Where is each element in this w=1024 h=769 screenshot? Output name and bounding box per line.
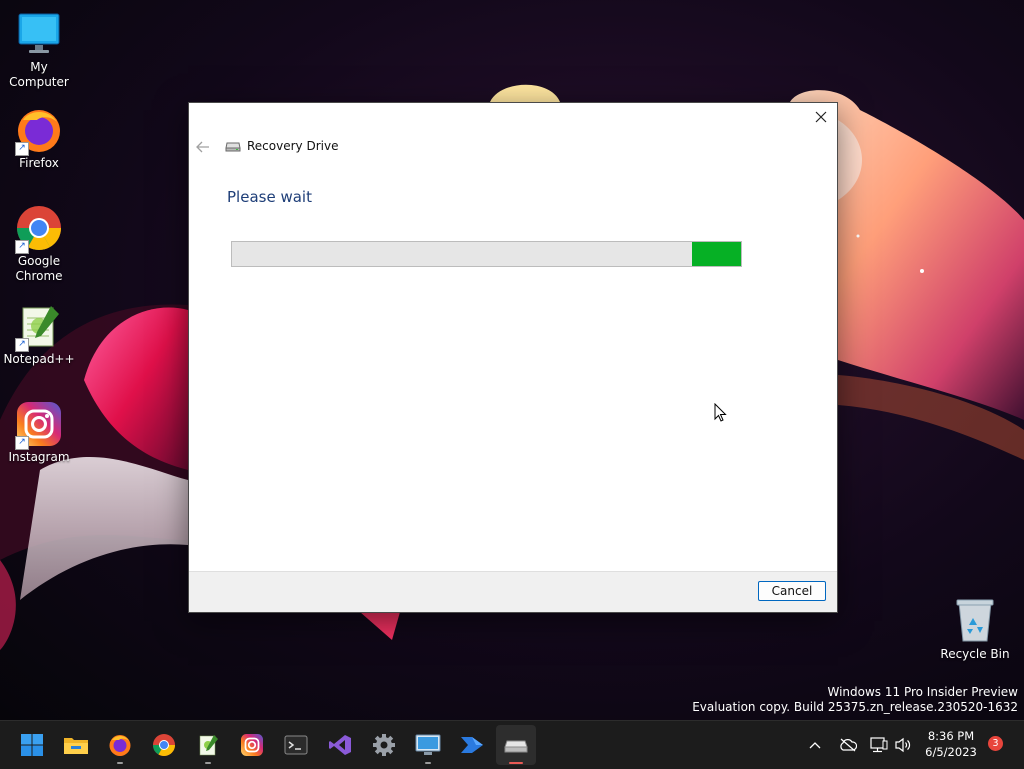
- taskbar-visual-studio[interactable]: [320, 725, 360, 765]
- remote-desktop-icon: [415, 734, 441, 755]
- desktop-icon-instagram[interactable]: ↗ Instagram: [1, 400, 77, 465]
- watermark-line-build: Evaluation copy. Build 25375.zn_release.…: [692, 700, 1018, 714]
- dialog-title-bar: Recovery Drive: [225, 139, 338, 153]
- taskbar-settings[interactable]: [364, 725, 404, 765]
- taskbar-recovery-drive[interactable]: [496, 725, 536, 765]
- taskbar-file-explorer[interactable]: [56, 725, 96, 765]
- tray-volume[interactable]: [892, 721, 914, 769]
- recovery-drive-dialog: Recovery Drive Please wait Cancel: [188, 102, 838, 613]
- clock-time: 8:36 PM: [927, 729, 975, 743]
- desktop-icon-label: Firefox: [19, 156, 59, 170]
- desktop-icon-notepad-plus-plus[interactable]: ↗ Notepad++: [1, 302, 77, 367]
- desktop-icon-recycle-bin[interactable]: Recycle Bin: [937, 597, 1013, 662]
- taskbar-chrome[interactable]: [144, 725, 184, 765]
- taskbar-power-automate[interactable]: [452, 725, 492, 765]
- back-button[interactable]: [195, 139, 213, 157]
- desktop-icon-firefox[interactable]: ↗ Firefox: [1, 106, 77, 171]
- desktop-icon-label: Instagram: [8, 450, 70, 464]
- taskbar-start-button[interactable]: [12, 725, 52, 765]
- back-arrow-icon: [196, 141, 209, 153]
- evaluation-watermark: Windows 11 Pro Insider Preview Evaluatio…: [618, 685, 1018, 715]
- chrome-icon: [153, 734, 175, 756]
- firefox-icon: [109, 735, 131, 756]
- instagram-icon: ↗: [15, 400, 63, 450]
- firefox-icon: ↗: [15, 106, 63, 156]
- taskbar-terminal[interactable]: [276, 725, 316, 765]
- shortcut-arrow-icon: ↗: [15, 436, 29, 450]
- close-icon: [815, 111, 827, 123]
- progress-marquee-fill: [692, 242, 741, 266]
- close-button[interactable]: [805, 103, 837, 131]
- recycle-bin-icon: [951, 597, 999, 645]
- dialog-title: Recovery Drive: [247, 139, 339, 153]
- gear-icon: [373, 734, 395, 756]
- shortcut-arrow-icon: ↗: [15, 142, 29, 156]
- taskbar-remote-desktop[interactable]: [408, 725, 448, 765]
- desktop-icon-my-computer[interactable]: My Computer: [1, 10, 77, 90]
- drive-icon: [504, 740, 528, 753]
- desktop-icon-label: Recycle Bin: [940, 647, 1010, 661]
- drive-icon: [225, 142, 241, 152]
- notification-badge[interactable]: 3: [988, 736, 1003, 751]
- mouse-cursor-icon: [714, 403, 727, 422]
- desktop-icon-google-chrome[interactable]: ↗ Google Chrome: [1, 204, 77, 284]
- watermark-line-edition: Windows 11 Pro Insider Preview: [827, 685, 1018, 699]
- page-heading: Please wait: [227, 188, 312, 206]
- notepad-plus-plus-icon: ↗: [15, 302, 63, 352]
- taskbar-instagram[interactable]: [232, 725, 272, 765]
- tray-onedrive[interactable]: [836, 721, 860, 769]
- visual-studio-icon: [329, 735, 351, 755]
- desktop-icon-label: My Computer: [9, 60, 69, 89]
- power-automate-icon: [461, 737, 483, 753]
- network-icon: [870, 737, 888, 753]
- cloud-offline-icon: [840, 738, 857, 752]
- cancel-button[interactable]: Cancel: [758, 581, 826, 601]
- desktop-icon-label: Google Chrome: [15, 254, 63, 283]
- running-indicator: [509, 762, 523, 764]
- speaker-icon: [895, 737, 911, 753]
- progress-bar: [231, 241, 742, 267]
- running-indicator: [117, 762, 123, 764]
- notepad-plus-plus-icon: [199, 735, 218, 756]
- tray-network[interactable]: [868, 721, 890, 769]
- taskbar-notepad-plus-plus[interactable]: [188, 725, 228, 765]
- dialog-footer: Cancel: [189, 571, 837, 612]
- shortcut-arrow-icon: ↗: [15, 338, 29, 352]
- desktop-icon-label: Notepad++: [3, 352, 75, 366]
- terminal-icon: [284, 735, 308, 755]
- folder-icon: [64, 738, 88, 754]
- instagram-icon: [241, 734, 263, 756]
- tray-show-hidden-icons[interactable]: [804, 721, 826, 769]
- taskbar: 8:36 PM 6/5/2023: [0, 720, 1024, 769]
- desktop: My Computer ↗ Firefox ↗ Google Chrome ↗ …: [0, 0, 1024, 720]
- taskbar-clock[interactable]: 8:36 PM 6/5/2023: [918, 728, 984, 760]
- chrome-icon: ↗: [15, 204, 63, 254]
- monitor-icon: [15, 10, 63, 58]
- running-indicator: [205, 762, 211, 764]
- clock-date: 6/5/2023: [925, 745, 977, 759]
- chevron-up-icon: [809, 742, 821, 749]
- taskbar-firefox[interactable]: [100, 725, 140, 765]
- shortcut-arrow-icon: ↗: [15, 240, 29, 254]
- running-indicator: [425, 762, 431, 764]
- windows-logo-icon: [21, 734, 43, 756]
